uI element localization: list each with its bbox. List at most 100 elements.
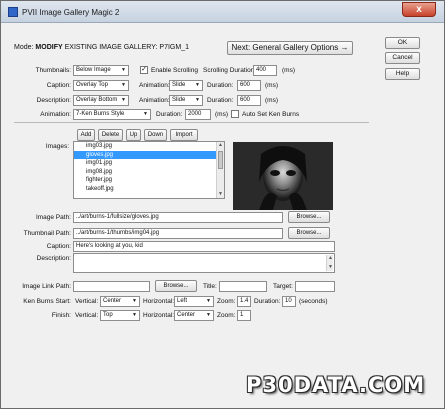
next-general-options-button[interactable]: Next: General Gallery Options →: [227, 41, 353, 55]
help-button[interactable]: Help: [385, 68, 420, 80]
thumbnail-path-label: Thumbnail Path:: [23, 230, 71, 237]
seconds-label: (seconds): [299, 298, 328, 305]
preview-face-image: [233, 142, 333, 210]
finish-zoom-input[interactable]: 1: [237, 310, 251, 321]
animation-duration-label: Duration:: [156, 111, 183, 118]
image-path-browse-button[interactable]: Browse...: [288, 211, 330, 223]
scroll-down-icon[interactable]: ▼: [217, 191, 224, 198]
caption-position-label: Caption:: [46, 82, 71, 89]
scrolling-duration-label: Scrolling Duration:: [203, 67, 257, 74]
watermark-text: P30DATA.COM: [246, 373, 426, 397]
enable-scrolling-label: Enable Scrolling: [151, 67, 198, 74]
description-position-label: Description:: [36, 97, 71, 104]
scrolling-ms-label: (ms): [282, 67, 295, 74]
description-animation-label: Animation:: [139, 97, 170, 104]
mode-label: Mode:: [14, 44, 34, 51]
caption-position-select[interactable]: Overlay Top ▼: [73, 80, 129, 91]
list-item[interactable]: takeoff.jpg: [74, 185, 216, 194]
list-item[interactable]: img01.jpg: [74, 159, 216, 168]
caption-animation-value: Slide: [172, 82, 186, 88]
finish-vertical-select[interactable]: Top ▼: [100, 310, 140, 321]
image-link-label: Image Link Path:: [22, 283, 71, 290]
description-animation-value: Slide: [172, 97, 186, 103]
images-listbox[interactable]: img03.jpg gloves.jpg img01.jpg img08.jpg fig…: [73, 141, 225, 199]
thumbnail-path-input[interactable]: ../art/burns-1/thumbs/img04.jpg: [73, 228, 283, 239]
caption-input[interactable]: Here's looking at you, kid: [73, 241, 335, 252]
target-input[interactable]: [295, 281, 335, 292]
list-item[interactable]: fighter.jpg: [74, 176, 216, 185]
animation-duration-input[interactable]: 2000: [185, 109, 211, 120]
start-horizontal-select[interactable]: Left ▼: [174, 296, 214, 307]
scroll-down-icon[interactable]: ▼: [327, 264, 334, 271]
thumbnails-select-value: Below Image: [76, 67, 111, 73]
ken-burns-finish-label: Finish:: [51, 312, 71, 319]
image-link-input[interactable]: [73, 281, 150, 292]
scroll-up-icon[interactable]: ▲: [327, 255, 334, 262]
finish-horizontal-value: Center: [177, 312, 196, 318]
chevron-down-icon: ▼: [206, 312, 211, 318]
scrollbar-thumb[interactable]: [218, 151, 223, 169]
finish-vertical-value: Top: [103, 312, 113, 318]
mode-line: Mode: MODIFY EXISTING IMAGE GALLERY: P7I…: [14, 44, 189, 51]
move-down-button[interactable]: Down: [144, 129, 167, 141]
add-image-button[interactable]: Add: [77, 129, 95, 141]
description-textarea[interactable]: ▲ ▼: [73, 253, 335, 273]
move-up-button[interactable]: Up: [126, 129, 141, 141]
auto-set-ken-burns-checkbox[interactable]: [231, 110, 239, 118]
title-input[interactable]: [219, 281, 267, 292]
chevron-down-icon: ▼: [195, 97, 200, 103]
description-duration-input[interactable]: 600: [237, 95, 261, 106]
mode-detail: EXISTING IMAGE GALLERY: P7IGM_1: [64, 44, 189, 51]
chevron-down-icon: ▼: [206, 298, 211, 304]
animation-select[interactable]: 7-Ken Burns Style ▼: [73, 109, 151, 120]
caption-position-value: Overlay Top: [76, 82, 108, 88]
start-horizontal-label: Horizontal:: [143, 298, 175, 305]
scroll-up-icon[interactable]: ▲: [217, 142, 224, 149]
start-horizontal-value: Left: [177, 298, 188, 304]
window-title: PVII Image Gallery Magic 2: [22, 8, 120, 17]
images-scrollbar[interactable]: ▲ ▼: [216, 142, 224, 198]
dialog-window: PVII Image Gallery Magic 2 x Mode: MODIF…: [0, 0, 445, 409]
mode-value: MODIFY: [35, 44, 63, 51]
animation-ms-label: (ms): [215, 111, 228, 118]
caption-duration-input[interactable]: 600: [237, 80, 261, 91]
ok-button[interactable]: OK: [385, 37, 420, 49]
delete-image-button[interactable]: Delete: [98, 129, 123, 141]
enable-scrolling-checkbox[interactable]: ✓: [140, 66, 148, 74]
import-button[interactable]: Import: [170, 129, 198, 141]
start-zoom-input[interactable]: 1.4: [237, 296, 251, 307]
thumbnails-select[interactable]: Below Image ▼: [73, 65, 129, 76]
finish-horizontal-select[interactable]: Center ▼: [174, 310, 214, 321]
thumbnail-path-browse-button[interactable]: Browse...: [288, 227, 330, 239]
caption-animation-select[interactable]: Slide ▼: [169, 80, 203, 91]
chevron-down-icon: ▼: [121, 67, 126, 73]
thumbnails-label: Thumbnails:: [35, 67, 71, 74]
description-animation-select[interactable]: Slide ▼: [169, 95, 203, 106]
app-icon: [8, 7, 18, 17]
caption-animation-label: Animation:: [139, 82, 170, 89]
list-item[interactable]: gloves.jpg: [74, 150, 216, 159]
description-ms-label: (ms): [265, 97, 278, 104]
start-vertical-select[interactable]: Center ▼: [100, 296, 140, 307]
image-path-input[interactable]: ../art/burns-1/fullsize/gloves.jpg: [73, 212, 283, 223]
animation-select-value: 7-Ken Burns Style: [76, 111, 125, 117]
start-zoom-label: Zoom:: [217, 298, 236, 305]
close-button[interactable]: x: [402, 2, 436, 17]
start-duration-input[interactable]: 10: [282, 296, 296, 307]
auto-set-ken-burns-label: Auto Set Ken Burns: [242, 111, 300, 118]
chevron-down-icon: ▼: [132, 298, 137, 304]
list-item[interactable]: img03.jpg: [74, 142, 216, 151]
cancel-button[interactable]: Cancel: [385, 52, 420, 64]
description-position-select[interactable]: Overlay Bottom ▼: [73, 95, 129, 106]
image-preview: [233, 142, 333, 210]
ken-burns-start-label: Ken Burns Start:: [23, 298, 71, 305]
scrolling-duration-input[interactable]: 400: [253, 65, 277, 76]
list-item[interactable]: img08.jpg: [74, 168, 216, 177]
description-scrollbar[interactable]: ▲ ▼: [326, 255, 333, 271]
finish-horizontal-label: Horizontal:: [143, 312, 175, 319]
image-link-browse-button[interactable]: Browse...: [155, 280, 197, 292]
start-duration-label: Duration:: [254, 298, 281, 305]
caption-duration-label: Duration:: [207, 82, 234, 89]
chevron-down-icon: ▼: [143, 111, 148, 117]
description-label: Description:: [36, 255, 71, 262]
